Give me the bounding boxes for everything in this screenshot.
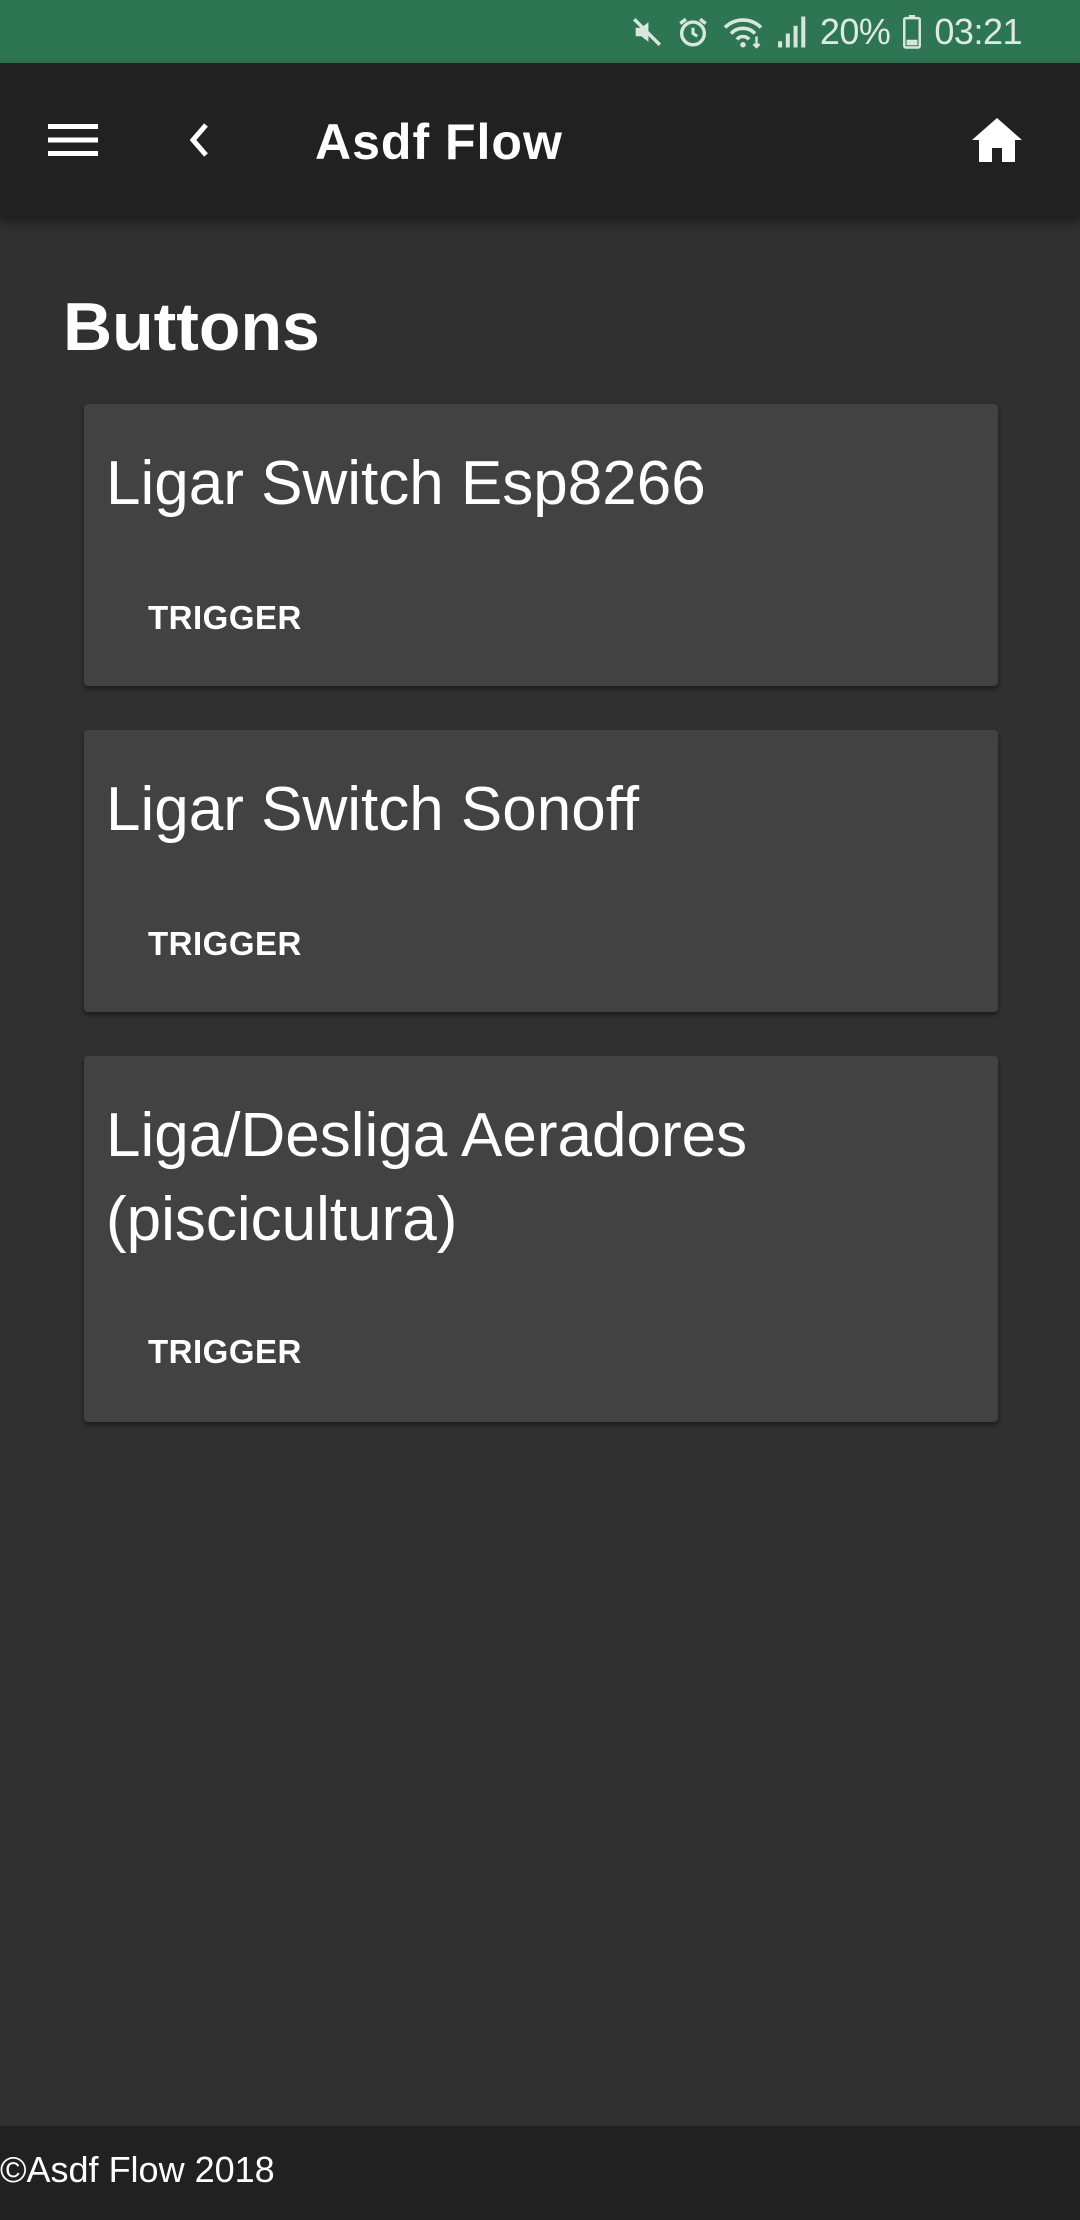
menu-icon [48, 122, 98, 163]
status-icons: 20% 03:21 [630, 0, 1022, 63]
clock: 03:21 [934, 10, 1022, 52]
battery-percent: 20% [819, 10, 891, 52]
signal-icon [776, 15, 808, 49]
mute-icon [630, 15, 664, 49]
menu-button[interactable] [30, 99, 116, 185]
alarm-icon [676, 15, 710, 49]
status-bar: 20% 03:21 [0, 0, 1080, 63]
button-card: Ligar Switch Esp8266 TRIGGER [84, 404, 998, 686]
card-title: Ligar Switch Sonoff [106, 775, 640, 844]
card-title: Ligar Switch Esp8266 [106, 449, 706, 518]
trigger-button[interactable]: TRIGGER [124, 582, 326, 654]
page-title: Buttons [63, 289, 320, 365]
trigger-button[interactable]: TRIGGER [124, 908, 326, 980]
card-title: Liga/Desliga Aeradores (piscicultura) [106, 1101, 748, 1254]
back-chevron-icon [187, 121, 211, 164]
home-button[interactable] [954, 99, 1040, 185]
battery-icon [902, 14, 922, 49]
footer-copyright: ©Asdf Flow 2018 [0, 2149, 275, 2190]
home-icon [971, 117, 1023, 168]
button-card: Ligar Switch Sonoff TRIGGER [84, 730, 998, 1012]
button-card: Liga/Desliga Aeradores (piscicultura) TR… [84, 1056, 998, 1422]
trigger-button[interactable]: TRIGGER [124, 1316, 326, 1388]
app-title: Asdf Flow [315, 114, 563, 170]
wifi-icon [722, 15, 764, 49]
footer: ©Asdf Flow 2018 [0, 2126, 1080, 2220]
back-button[interactable] [156, 99, 242, 185]
app-bar: Asdf Flow [0, 63, 1080, 217]
